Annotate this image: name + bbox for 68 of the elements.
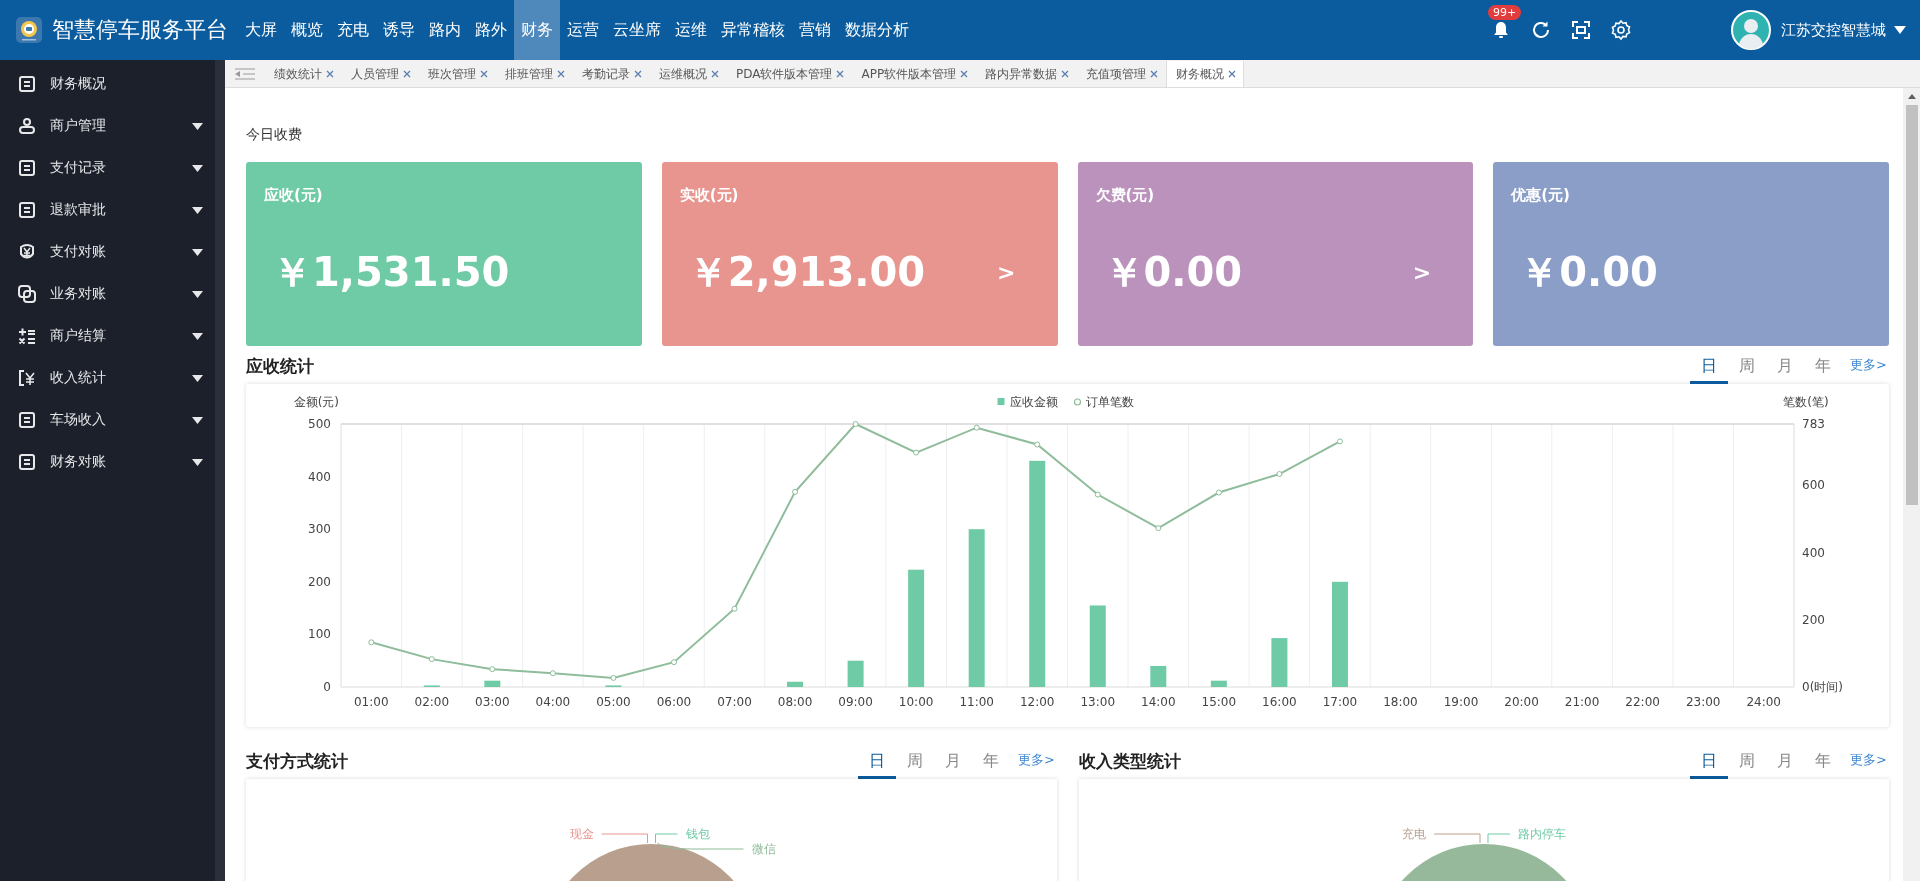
sidebar-label: 商户管理 [50, 117, 107, 135]
axis-label: 03:00 [475, 695, 510, 709]
axis-label: 14:00 [1141, 695, 1176, 709]
sidebar-label: 退款审批 [50, 201, 107, 219]
pie-label: 钱包 [655, 827, 710, 844]
axis-label: 13:00 [1080, 695, 1116, 709]
sidebar-label: 支付对账 [50, 243, 107, 261]
sidebar-label: 业务对账 [50, 285, 107, 303]
legend-label: 订单笔数 [1085, 395, 1134, 409]
sidebar-label: 支付记录 [50, 159, 107, 177]
sidebar-label: 财务概况 [50, 75, 107, 93]
axis-label: 19:00 [1443, 695, 1479, 709]
axis-label: 17:00 [1322, 695, 1358, 709]
axis-label: 15:00 [1201, 695, 1237, 709]
axis-title: 笔数(笔) [1783, 395, 1829, 409]
axis-label: 23:00 [1685, 695, 1721, 709]
axis-label: 200 [308, 574, 331, 589]
axis-label: 11:00 [959, 695, 994, 709]
axis-label: 0 [323, 680, 331, 694]
axis-label: 04:00 [535, 695, 571, 709]
card-value: ￥2,913.00 [686, 248, 927, 297]
card-label: 实收(元) [679, 186, 740, 205]
card-value: ￥0.00 [1518, 248, 1659, 297]
axis-label: 05:00 [596, 695, 631, 709]
section-title: 收入类型统计 [1079, 750, 1182, 773]
axis-label: 24:00 [1746, 695, 1782, 709]
pie-label: 现金 [569, 827, 648, 844]
notification-badge: 99+ [1488, 5, 1522, 20]
axis-label: 22:00 [1625, 695, 1660, 709]
axis-label: 0(时间) [1802, 680, 1843, 694]
sidebar-label: 商户结算 [50, 327, 107, 345]
axis-label: 01:00 [353, 695, 389, 709]
axis-label: 02:00 [414, 695, 450, 709]
axis-label: 21:00 [1564, 695, 1600, 709]
axis-label: 500 [308, 417, 331, 431]
axis-label: 300 [308, 522, 331, 537]
app-title: 智慧停车服务平台 [52, 16, 228, 44]
card-label: 应收(元) [264, 186, 324, 205]
card-label: 欠费(元) [1095, 186, 1156, 205]
axis-label: 07:00 [717, 695, 752, 709]
axis-label: 09:00 [838, 695, 873, 709]
card-value: ￥0.00 [1102, 248, 1244, 297]
axis-label: 200 [1802, 612, 1825, 627]
axis-label: 100 [308, 627, 331, 642]
section-title: 应收统计 [246, 355, 315, 378]
axis-label: 783 [1802, 417, 1825, 431]
sidebar-label: 收入统计 [50, 369, 107, 387]
pie-label: 路内停车 [1487, 827, 1566, 844]
section-title: 今日收费 [246, 126, 303, 144]
section-title: 支付方式统计 [246, 750, 349, 773]
legend-label: 应收金额 [1009, 395, 1058, 409]
sidebar-label: 财务对账 [50, 453, 107, 471]
card-label: 优惠(元) [1511, 186, 1571, 205]
axis-label: 12:00 [1019, 695, 1055, 709]
axis-label: 06:00 [656, 695, 692, 709]
axis-label: 16:00 [1262, 695, 1297, 709]
pie-label: 微信 [657, 842, 776, 856]
sidebar-label: 车场收入 [50, 411, 107, 429]
axis-title: 金额(元) [293, 395, 339, 409]
axis-label: 400 [308, 469, 331, 484]
axis-label: 600 [1802, 478, 1825, 493]
axis-label: 08:00 [777, 695, 813, 709]
pie-label: 充电 [1402, 827, 1481, 844]
axis-label: 400 [1802, 545, 1825, 560]
axis-label: 18:00 [1383, 695, 1418, 709]
card-value: ￥1,531.50 [271, 248, 511, 297]
axis-label: 10:00 [898, 695, 934, 709]
axis-label: 20:00 [1504, 695, 1539, 709]
